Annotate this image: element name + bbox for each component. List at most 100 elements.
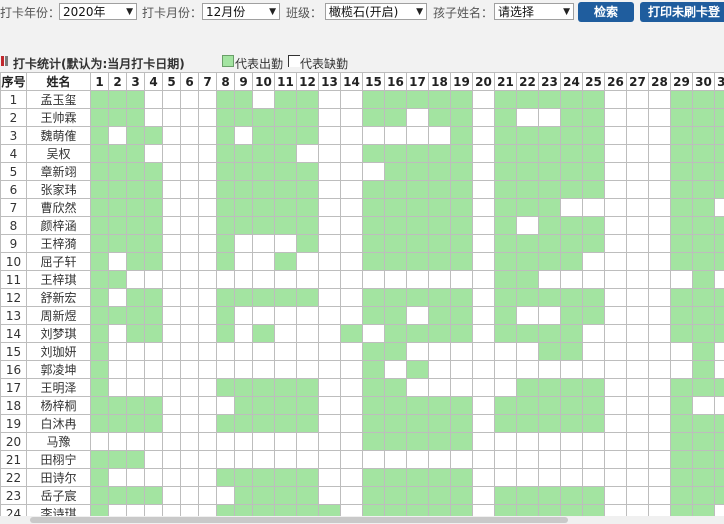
attendance-cell-present bbox=[126, 144, 145, 163]
attendance-cell-absent bbox=[234, 324, 253, 343]
attendance-cell-present bbox=[216, 216, 235, 235]
attendance-cell-absent bbox=[626, 216, 649, 235]
attendance-cell-absent bbox=[450, 342, 473, 361]
row-index: 1 bbox=[0, 90, 27, 109]
attendance-cell-present bbox=[252, 486, 275, 505]
attendance-cell-absent bbox=[198, 342, 217, 361]
attendance-cell-present bbox=[494, 126, 517, 145]
attendance-cell-present bbox=[384, 468, 407, 487]
row-index: 16 bbox=[0, 360, 27, 379]
attendance-cell-absent bbox=[108, 504, 127, 516]
attendance-cell-absent bbox=[648, 198, 671, 217]
attendance-cell-absent bbox=[626, 252, 649, 271]
attendance-cell-present bbox=[90, 468, 109, 487]
attendance-cell-present bbox=[538, 288, 561, 307]
table-row: 15 刘珈妍 bbox=[0, 342, 724, 361]
absent-legend-text: 代表缺勤 bbox=[300, 57, 349, 71]
attendance-cell-absent bbox=[108, 360, 127, 379]
attendance-cell-present bbox=[406, 234, 429, 253]
attendance-cell-absent bbox=[144, 90, 163, 109]
attendance-cell-present bbox=[274, 486, 297, 505]
attendance-cell-absent bbox=[296, 342, 319, 361]
student-name: 白沐冉 bbox=[26, 414, 91, 433]
attendance-cell-absent bbox=[318, 90, 341, 109]
attendance-cell-present bbox=[90, 378, 109, 397]
attendance-cell-present bbox=[560, 180, 583, 199]
attendance-cell-absent bbox=[626, 90, 649, 109]
attendance-cell-absent bbox=[428, 360, 451, 379]
attendance-cell-absent bbox=[714, 342, 724, 361]
attendance-cell-absent bbox=[144, 378, 163, 397]
class-select-value: 橄榄石(开启) bbox=[329, 5, 399, 19]
attendance-cell-present bbox=[90, 234, 109, 253]
attendance-cell-absent bbox=[234, 270, 253, 289]
class-select[interactable]: 橄榄石(开启) ▼ bbox=[325, 3, 427, 20]
attendance-cell-present bbox=[582, 504, 605, 516]
search-button[interactable]: 检索 bbox=[578, 2, 634, 22]
attendance-cell-present bbox=[252, 198, 275, 217]
attendance-cell-present bbox=[362, 378, 385, 397]
attendance-cell-present bbox=[144, 396, 163, 415]
attendance-cell-present bbox=[428, 162, 451, 181]
attendance-cell-present bbox=[384, 324, 407, 343]
attendance-cell-absent bbox=[538, 450, 561, 469]
row-index: 15 bbox=[0, 342, 27, 361]
table-row: 5 章新翊 bbox=[0, 162, 724, 181]
attendance-cell-present bbox=[384, 252, 407, 271]
attendance-cell-absent bbox=[538, 306, 561, 325]
attendance-cell-absent bbox=[626, 162, 649, 181]
attendance-cell-present bbox=[216, 252, 235, 271]
attendance-cell-absent bbox=[604, 252, 627, 271]
attendance-cell-absent bbox=[472, 270, 495, 289]
attendance-cell-present bbox=[274, 414, 297, 433]
attendance-cell-absent bbox=[180, 324, 199, 343]
scrollbar-thumb[interactable] bbox=[30, 517, 568, 523]
year-select[interactable]: 2020年 ▼ bbox=[59, 3, 137, 20]
attendance-cell-present bbox=[234, 378, 253, 397]
horizontal-scrollbar[interactable] bbox=[0, 516, 724, 524]
attendance-cell-absent bbox=[108, 432, 127, 451]
attendance-cell-absent bbox=[604, 486, 627, 505]
attendance-cell-present bbox=[538, 90, 561, 109]
attendance-cell-absent bbox=[252, 450, 275, 469]
attendance-cell-absent bbox=[626, 468, 649, 487]
attendance-cell-absent bbox=[162, 198, 181, 217]
attendance-cell-present bbox=[144, 126, 163, 145]
attendance-cell-present bbox=[296, 180, 319, 199]
attendance-cell-absent bbox=[582, 342, 605, 361]
header-day: 12 bbox=[296, 72, 319, 91]
attendance-cell-absent bbox=[648, 486, 671, 505]
attendance-cell-absent bbox=[648, 306, 671, 325]
attendance-cell-absent bbox=[538, 108, 561, 127]
attendance-cell-absent bbox=[234, 360, 253, 379]
attendance-cell-present bbox=[126, 180, 145, 199]
child-select[interactable]: 请选择 ▼ bbox=[494, 3, 574, 20]
print-unswiped-button[interactable]: 打印未刷卡登 bbox=[640, 2, 724, 22]
attendance-cell-present bbox=[692, 468, 715, 487]
attendance-cell-present bbox=[428, 504, 451, 516]
attendance-cell-present bbox=[126, 486, 145, 505]
year-label: 打卡年份： bbox=[0, 6, 61, 20]
attendance-cell-absent bbox=[692, 396, 715, 415]
student-name: 孟玉玺 bbox=[26, 90, 91, 109]
attendance-cell-present bbox=[252, 108, 275, 127]
attendance-cell-absent bbox=[714, 504, 724, 516]
attendance-cell-absent bbox=[604, 324, 627, 343]
student-name: 王梓琪 bbox=[26, 270, 91, 289]
month-select[interactable]: 12月份 ▼ bbox=[202, 3, 280, 20]
attendance-cell-present bbox=[384, 234, 407, 253]
attendance-cell-absent bbox=[648, 288, 671, 307]
attendance-cell-present bbox=[494, 108, 517, 127]
attendance-cell-present bbox=[692, 126, 715, 145]
attendance-cell-absent bbox=[626, 432, 649, 451]
attendance-cell-present bbox=[560, 162, 583, 181]
attendance-cell-present bbox=[406, 252, 429, 271]
student-name: 田栩宁 bbox=[26, 450, 91, 469]
attendance-cell-absent bbox=[406, 306, 429, 325]
attendance-cell-absent bbox=[450, 378, 473, 397]
attendance-cell-present bbox=[692, 90, 715, 109]
table-row: 3 魏萌傕 bbox=[0, 126, 724, 145]
attendance-cell-absent bbox=[582, 450, 605, 469]
attendance-cell-present bbox=[384, 486, 407, 505]
row-index: 24 bbox=[0, 504, 27, 516]
